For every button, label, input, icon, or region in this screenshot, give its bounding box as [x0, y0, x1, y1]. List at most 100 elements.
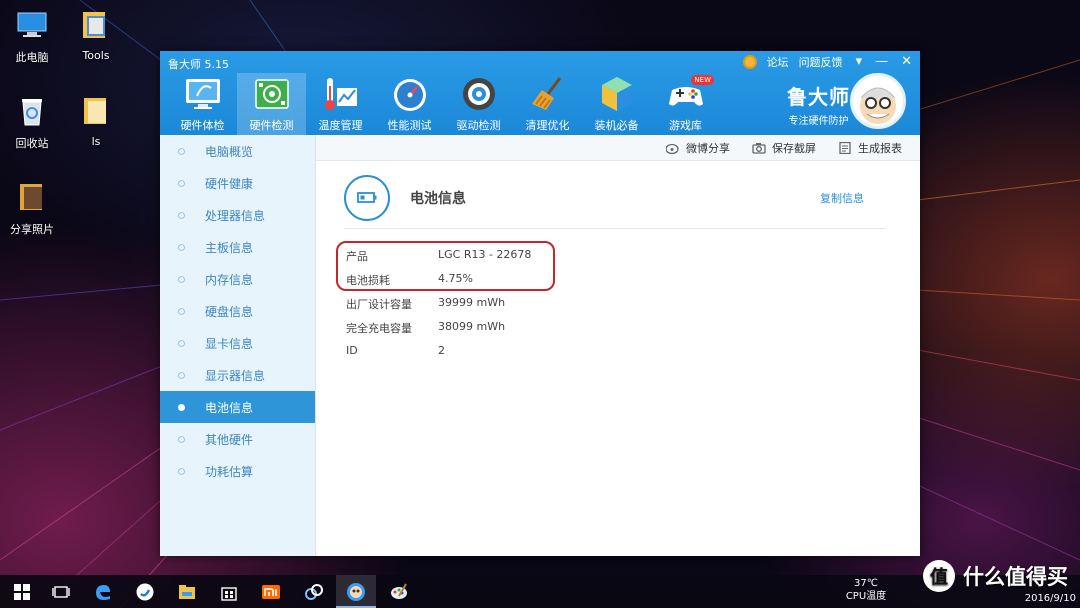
action-label: 生成报表 — [858, 141, 902, 155]
sidebar-item-hardware-health[interactable]: 硬件健康 — [160, 167, 315, 199]
panel-header: 电池信息 复制信息 — [344, 175, 886, 229]
bullet-icon — [178, 371, 185, 379]
info-value: 2 — [438, 344, 445, 357]
folder-icon — [84, 98, 106, 124]
clock-date[interactable]: 2016/9/10 — [1016, 593, 1076, 604]
store-icon[interactable] — [219, 582, 239, 602]
generate-report-button[interactable]: 生成报表 — [838, 140, 902, 156]
bullet-icon — [178, 275, 185, 283]
new-badge: NEW — [691, 75, 714, 85]
brand-slogan: 专注硬件防护 — [788, 116, 849, 127]
sidebar-item-motherboard[interactable]: 主板信息 — [160, 231, 315, 263]
desktop-icon-this-pc[interactable]: 此电脑 — [0, 8, 64, 65]
info-row-battery-wear: 电池损耗 4.75% — [346, 272, 473, 288]
folder-icon — [20, 184, 42, 210]
info-value: 39999 mWh — [438, 296, 506, 309]
battery-icon — [357, 192, 377, 203]
watermark-badge: 值 — [923, 560, 955, 592]
battery-badge — [344, 175, 390, 221]
desktop-icon-label: 回收站 — [15, 137, 49, 150]
edge-browser-icon[interactable] — [93, 582, 113, 602]
sidebar-item-other-hardware[interactable]: 其他硬件 — [160, 423, 315, 455]
tool-hardware-detect[interactable]: 硬件检测 — [237, 73, 306, 135]
sidebar-item-battery[interactable]: 电池信息 — [160, 391, 315, 423]
cube-icon — [601, 77, 632, 111]
gear-icon — [462, 78, 495, 110]
info-value: LGC R13 - 22678 — [438, 248, 532, 261]
sidebar-item-graphics[interactable]: 显卡信息 — [160, 327, 315, 359]
action-bar: 微博分享 保存截屏 生成报表 — [316, 135, 920, 161]
forum-link[interactable]: 论坛 — [767, 54, 789, 70]
desktop-icon-recycle-bin[interactable]: 回收站 — [0, 94, 64, 151]
feedback-link[interactable]: 问题反馈 — [799, 54, 843, 70]
info-key: ID — [346, 344, 358, 357]
desktop-icon-tools[interactable]: Tools — [64, 8, 128, 62]
sidebar-item-label: 显示器信息 — [205, 368, 266, 383]
sidebar-item-display[interactable]: 显示器信息 — [160, 359, 315, 391]
info-key: 完全充电容量 — [346, 322, 412, 335]
desktop-icon-ls[interactable]: ls — [64, 94, 128, 148]
app-window: 鲁大师 5.15 论坛 问题反馈 ▾ — ✕ 硬件体检 硬件检测 温度管理 性能… — [160, 51, 920, 556]
watermark: 值 什么值得买 — [923, 560, 1068, 592]
sidebar-item-overview[interactable]: 电脑概览 — [160, 135, 315, 167]
cpu-temperature-widget[interactable]: 37℃ CPU温度 — [841, 577, 891, 603]
tool-label: 清理优化 — [525, 119, 570, 132]
mi-icon[interactable] — [261, 582, 281, 602]
medal-icon[interactable] — [742, 55, 757, 69]
tool-cleanup[interactable]: 清理优化 — [513, 73, 582, 135]
recycle-bin-icon — [22, 99, 42, 126]
desktop-icon-share-photos[interactable]: 分享照片 — [0, 180, 64, 237]
browser-icon[interactable] — [135, 582, 155, 602]
file-explorer-icon[interactable] — [177, 582, 197, 602]
copy-info-link[interactable]: 复制信息 — [820, 190, 864, 206]
bullet-icon — [178, 147, 185, 155]
cpu-temperature-label: CPU温度 — [845, 591, 887, 602]
sidebar-item-disk[interactable]: 硬盘信息 — [160, 295, 315, 327]
tool-temperature[interactable]: 温度管理 — [306, 73, 375, 135]
tool-game-library[interactable]: NEW 游戏库 — [651, 73, 720, 135]
app-title: 鲁大师 5.15 — [168, 58, 229, 71]
weibo-share-button[interactable]: 微博分享 — [666, 140, 730, 156]
minimize-button[interactable]: — — [875, 55, 888, 69]
tool-hardware-checkup[interactable]: 硬件体检 — [168, 73, 237, 135]
circuit-board-icon — [254, 79, 289, 109]
sidebar-item-memory[interactable]: 内存信息 — [160, 263, 315, 295]
title-bar: 鲁大师 5.15 论坛 问题反馈 ▾ — ✕ 硬件体检 硬件检测 温度管理 性能… — [160, 51, 920, 135]
action-label: 保存截屏 — [772, 141, 816, 155]
windows-start-icon[interactable] — [12, 582, 32, 602]
tool-essentials[interactable]: 装机必备 — [582, 73, 651, 135]
content-panel: 微博分享 保存截屏 生成报表 电池信息 复制信息 产品 LGC R13 - 22… — [316, 135, 920, 556]
paint-app-icon[interactable] — [389, 582, 409, 602]
info-value: 38099 mWh — [438, 320, 506, 333]
sidebar-item-label: 硬盘信息 — [205, 304, 254, 319]
main-toolbar: 硬件体检 硬件检测 温度管理 性能测试 驱动检测 清理优化 装机必备 NEW 游… — [168, 73, 720, 135]
sidebar-item-power-estimate[interactable]: 功耗估算 — [160, 455, 315, 487]
bullet-icon — [178, 211, 185, 219]
sidebar-item-label: 电脑概览 — [205, 144, 254, 159]
info-value: 4.75% — [438, 272, 473, 285]
panel-title: 电池信息 — [410, 191, 466, 207]
sidebar-item-cpu[interactable]: 处理器信息 — [160, 199, 315, 231]
remote-app-icon[interactable] — [304, 582, 324, 602]
desktop-icon-label: 此电脑 — [15, 51, 49, 64]
desktop-icon-label: Tools — [82, 49, 110, 62]
menu-button[interactable]: ▾ — [856, 55, 863, 69]
mascot-avatar[interactable] — [850, 73, 906, 129]
tool-driver-detect[interactable]: 驱动检测 — [444, 73, 513, 135]
close-button[interactable]: ✕ — [901, 55, 912, 69]
tool-label: 硬件体检 — [180, 119, 225, 132]
save-screenshot-button[interactable]: 保存截屏 — [752, 140, 816, 156]
info-row-id: ID 2 — [346, 344, 445, 357]
ludashi-taskbar-icon[interactable] — [346, 582, 366, 602]
info-row-full-charge-capacity: 完全充电容量 38099 mWh — [346, 320, 505, 336]
top-links: 论坛 问题反馈 ▾ — ✕ — [742, 54, 912, 70]
sidebar-item-label: 内存信息 — [205, 272, 254, 287]
sidebar-item-label: 处理器信息 — [205, 208, 266, 223]
cpu-temperature-value: 37℃ — [854, 578, 878, 589]
tool-label: 硬件检测 — [249, 119, 294, 132]
camera-icon — [752, 142, 766, 154]
computer-icon — [17, 12, 47, 37]
tool-performance[interactable]: 性能测试 — [375, 73, 444, 135]
task-view-icon[interactable] — [51, 582, 71, 602]
thermometer-icon — [324, 78, 357, 110]
